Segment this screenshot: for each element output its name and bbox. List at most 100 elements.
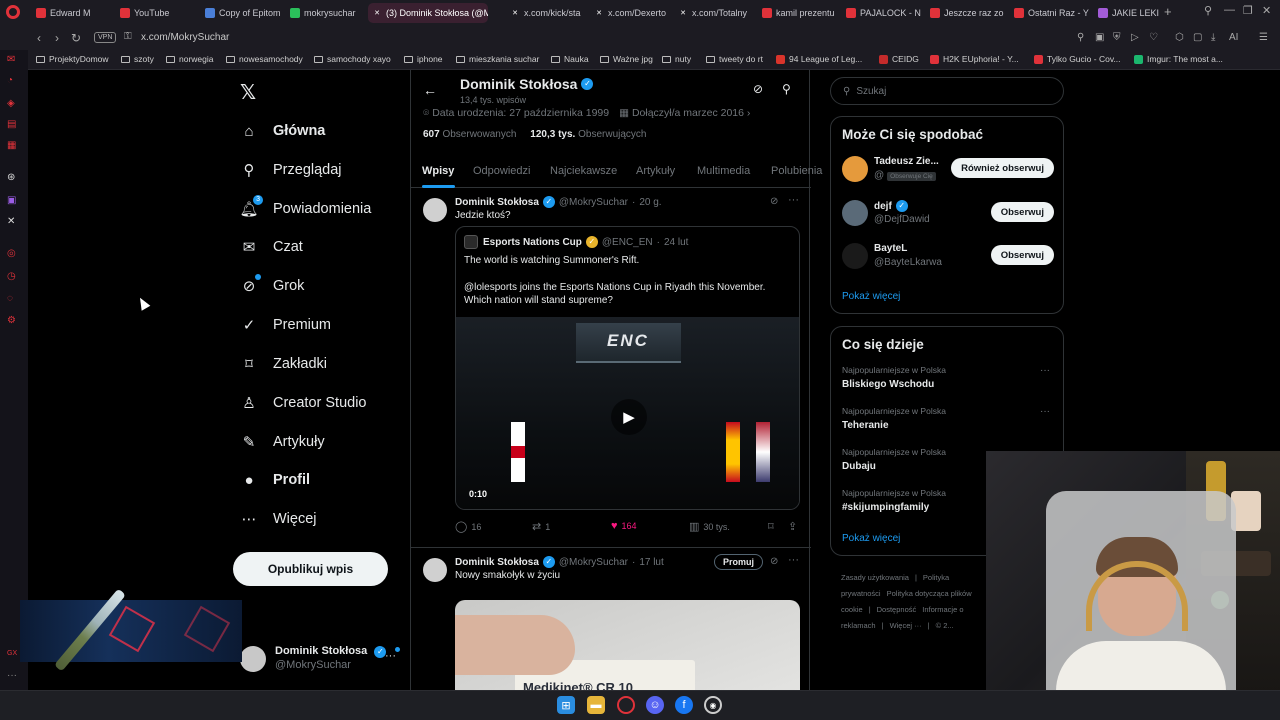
nav-item-bookmark[interactable]: ⌑ Zakładki: [240, 351, 327, 377]
search-tabs-icon[interactable]: ⚲: [1204, 4, 1212, 17]
facebook-icon[interactable]: f: [675, 696, 693, 714]
sidebar-wallet-icon[interactable]: ◈: [7, 98, 15, 109]
browser-tab[interactable]: PAJALOCK - N: [842, 3, 922, 23]
browser-tab[interactable]: YouTube: [116, 3, 196, 23]
reload-icon[interactable]: ↻: [71, 31, 81, 45]
trend-item[interactable]: Najpopularniejsze w Polska Bliskiego Wsch…: [842, 365, 1054, 390]
footer-link[interactable]: Dostępność: [877, 605, 917, 614]
sidebar-twitch-icon[interactable]: ▣: [7, 195, 16, 206]
post-time[interactable]: 20 g.: [639, 197, 661, 208]
discord-icon[interactable]: ☺: [646, 696, 664, 714]
browser-tab[interactable]: ✕ x.com/kick/sta: [506, 3, 586, 23]
sidebar-player-icon[interactable]: ▦: [7, 140, 16, 151]
suggested-account-name[interactable]: dejf ✓: [874, 200, 908, 212]
bookmark-item[interactable]: tweety do rt: [706, 54, 763, 64]
sidebar-clock-icon[interactable]: ◷: [7, 271, 16, 282]
bookmark-item[interactable]: Nauka: [551, 54, 589, 64]
suggested-account-name[interactable]: BayteL: [874, 243, 907, 254]
tab-1[interactable]: Odpowiedzi: [473, 165, 530, 177]
nav-item-bell[interactable]: 🔔︎ 3 Powiadomienia: [239, 195, 371, 222]
post-handle[interactable]: @MokrySuchar: [559, 197, 628, 208]
grok-icon[interactable]: ⊘: [753, 82, 763, 96]
post-handle[interactable]: @MokrySuchar: [559, 557, 628, 568]
snapshot-icon[interactable]: ▣: [1095, 32, 1104, 43]
post[interactable]: Dominik Stokłosa ✓ @MokrySuchar · 20 g. …: [411, 188, 811, 546]
browser-tab[interactable]: Jeszcze raz zo: [926, 3, 1006, 23]
maximize-icon[interactable]: ❐: [1243, 4, 1253, 17]
sidebar-settings-icon[interactable]: ◎: [7, 248, 16, 259]
nav-item-article[interactable]: ✎ Artykuły: [240, 429, 325, 455]
bookmark-item[interactable]: H2K EUphoria! - Y...: [930, 54, 1019, 64]
forward-icon[interactable]: ›: [55, 31, 59, 45]
post-author[interactable]: Dominik Stokłosa: [455, 557, 539, 568]
bookmark-button[interactable]: ⌑: [768, 520, 778, 533]
back-arrow-icon[interactable]: ←: [423, 82, 437, 98]
avatar[interactable]: [842, 156, 868, 182]
following-link[interactable]: 607 Obserwowanych: [423, 129, 516, 140]
sidebar-more-icon[interactable]: ···: [7, 670, 17, 681]
x-logo-icon[interactable]: 𝕏: [240, 80, 256, 105]
avatar[interactable]: [423, 198, 447, 222]
tab-4[interactable]: Multimedia: [697, 165, 750, 177]
bookmark-item[interactable]: ProjektyDomow: [36, 54, 109, 64]
footer-link[interactable]: Więcej ···: [890, 621, 922, 630]
minimize-icon[interactable]: —: [1224, 4, 1235, 16]
opera-logo-icon[interactable]: [6, 5, 20, 19]
pin-icon[interactable]: ⚲: [1077, 32, 1084, 43]
bookmark-item[interactable]: samochody xayo: [314, 54, 391, 64]
account-more-icon[interactable]: ···: [385, 650, 396, 662]
bookmark-item[interactable]: Tylko Gucio - Cov...: [1034, 54, 1121, 64]
avatar[interactable]: [842, 200, 868, 226]
browser-tab[interactable]: Edward M: [32, 3, 112, 23]
sidebar-chatgpt-icon[interactable]: ⊛: [7, 172, 15, 183]
search-input[interactable]: ⚲ Szukaj: [830, 77, 1064, 105]
bookmark-item[interactable]: szoty: [121, 54, 154, 64]
browser-tab[interactable]: mokrysuchar: [286, 3, 364, 23]
tab-3[interactable]: Artykuły: [636, 165, 675, 177]
browser-tab[interactable]: JAKIE LEKI - T: [1094, 3, 1160, 23]
opera-gx-icon[interactable]: [617, 696, 635, 714]
sidebar-history-icon[interactable]: ◔: [7, 75, 13, 86]
tab-5[interactable]: Polubienia: [771, 165, 822, 177]
suggested-account[interactable]: dejf ✓ @DejfDawid Obserwuj: [842, 199, 1054, 229]
avatar[interactable]: [423, 558, 447, 582]
follow-button[interactable]: Również obserwuj: [951, 158, 1054, 178]
nav-item-profile[interactable]: ● Profil: [240, 467, 310, 493]
post-button[interactable]: Opublikuj wpis: [233, 552, 388, 586]
post-photo[interactable]: Medikinet® CR 10: [455, 600, 800, 690]
views-button[interactable]: ▥ 30 tys.: [689, 520, 730, 533]
sidebar-messenger-icon[interactable]: ✉: [7, 54, 15, 65]
account-switcher[interactable]: Dominik Stokłosa ✓ @MokrySuchar ···: [240, 644, 400, 674]
quoted-post[interactable]: Esports Nations Cup ✓ @ENC_EN · 24 lut T…: [455, 226, 800, 510]
nav-item-search[interactable]: ⚲ Przeglądaj: [240, 157, 342, 183]
nav-item-more[interactable]: ⋯ Więcej: [240, 506, 317, 532]
bookmark-item[interactable]: CEIDG: [879, 54, 919, 64]
show-more-link[interactable]: Pokaż więcej: [842, 533, 900, 544]
browser-tab[interactable]: ✕ x.com/Dexerto: [590, 3, 670, 23]
bookmark-item[interactable]: nuty: [662, 54, 691, 64]
avatar[interactable]: [842, 243, 868, 269]
url-field[interactable]: x.com/MokrySuchar: [141, 32, 229, 43]
bookmark-item[interactable]: norwegia: [166, 54, 214, 64]
post-time[interactable]: 17 lut: [639, 557, 663, 568]
lock-icon[interactable]: ⚿: [124, 31, 132, 42]
nav-item-premium[interactable]: ✓ Premium: [240, 312, 331, 338]
back-icon[interactable]: ‹: [37, 31, 41, 45]
follow-button[interactable]: Obserwuj: [990, 202, 1054, 222]
browser-tab[interactable]: ✕ (3) Dominik Stokłosa (@M: [368, 3, 488, 23]
chrome-icon[interactable]: ◉: [704, 696, 722, 714]
browser-tab[interactable]: Ostatni Raz - Y: [1010, 3, 1090, 23]
extensions-icon[interactable]: ⬡: [1175, 32, 1184, 43]
footer-link[interactable]: Zasady użytkowania: [841, 573, 909, 582]
grok-icon[interactable]: ⊘: [770, 556, 778, 567]
heart-icon[interactable]: ♡: [1149, 32, 1158, 43]
suggested-account[interactable]: BayteL @BayteLkarwa Obserwuj: [842, 242, 1054, 272]
sidebar-chat-icon[interactable]: ◌: [7, 293, 13, 304]
promote-button[interactable]: Promuj: [714, 554, 764, 570]
more-icon[interactable]: ···: [788, 554, 799, 566]
browser-tab[interactable]: Copy of Epitom: [201, 3, 281, 23]
bookmark-item[interactable]: 94 League of Leg...: [776, 54, 862, 64]
trend-more-icon[interactable]: ···: [1040, 365, 1050, 376]
followers-link[interactable]: 120,3 tys. Obserwujących: [530, 129, 646, 140]
nav-item-mail[interactable]: ✉ Czat: [240, 234, 303, 260]
